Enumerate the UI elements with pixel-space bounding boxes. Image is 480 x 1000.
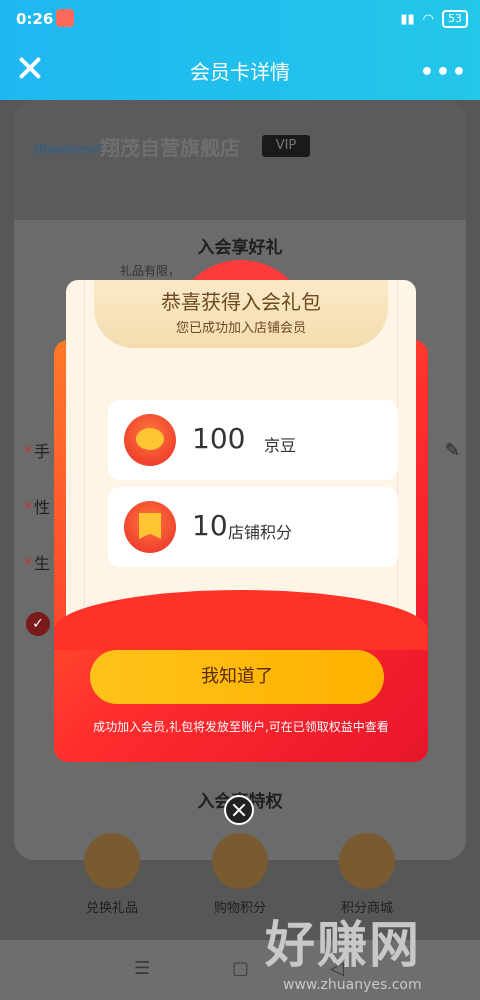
vip-badge: VIP [262, 135, 310, 157]
status-bar: 0:26 ▮▮ ◠ 53 [0, 0, 480, 40]
gift-modal: 恭喜获得入会礼包 您已成功加入店铺会员 100 京豆 10 店铺积分 我知道了 … [54, 260, 428, 762]
reward-value: 100 [192, 422, 246, 455]
points-flag-icon [124, 501, 176, 553]
field-birthday[interactable]: * 生 [24, 550, 50, 574]
got-it-button[interactable]: 我知道了 [90, 650, 384, 704]
modal-note: 成功加入会员,礼包将发放至账户,可在已领取权益中查看 [93, 720, 389, 734]
store-icon [339, 833, 395, 889]
store-header [14, 100, 466, 220]
field-label: 性 [34, 498, 51, 517]
letter-banner: 恭喜获得入会礼包 您已成功加入店铺会员 [94, 280, 388, 348]
reward-unit: 京豆 [264, 436, 297, 455]
status-time: 0:26 [16, 10, 54, 28]
reward-beans: 100 京豆 [108, 400, 398, 480]
home-icon[interactable]: ▢ [232, 958, 249, 979]
reward-points: 10 店铺积分 [108, 487, 398, 567]
gift-icon [84, 833, 140, 889]
field-gender[interactable]: * 性 [24, 494, 50, 518]
modal-subtitle: 您已成功加入店铺会员 [175, 321, 306, 336]
privilege-item[interactable]: 兑换礼品 [52, 833, 172, 916]
reward-value: 10 [192, 509, 228, 542]
watermark: 好赚网 www.zhuanyes.com [265, 905, 470, 993]
status-right: ▮▮ ◠ 53 [400, 10, 468, 28]
privilege-label: 兑换礼品 [85, 901, 138, 916]
gift-letter: 恭喜获得入会礼包 您已成功加入店铺会员 100 京豆 10 店铺积分 [66, 280, 416, 630]
menu-icon[interactable]: ☰ [134, 958, 150, 979]
bean-coin-icon [124, 414, 176, 466]
app-notification-icon [56, 9, 74, 27]
privilege-item[interactable]: 购物积分 [180, 833, 300, 916]
edit-icon[interactable]: ✎ [445, 440, 460, 461]
field-phone[interactable]: * 手 [24, 438, 50, 462]
bag-icon [212, 833, 268, 889]
close-modal-icon[interactable] [224, 795, 254, 825]
battery-icon: 53 [442, 10, 468, 28]
store-logo: JBoommot [34, 142, 104, 156]
modal-title: 恭喜获得入会礼包 [161, 290, 321, 314]
privilege-label: 购物积分 [213, 901, 266, 916]
field-label: 手 [34, 442, 51, 461]
field-label: 生 [34, 554, 51, 573]
signal-icon: ▮▮ [400, 11, 415, 27]
more-icon[interactable]: ••• [420, 60, 468, 85]
gift-title: 入会享好礼 [197, 238, 283, 258]
reward-unit: 店铺积分 [228, 523, 293, 542]
watermark-url: www.zhuanyes.com [283, 977, 422, 993]
wifi-icon: ◠ [422, 11, 434, 27]
agree-checkbox[interactable]: ✓ [26, 612, 50, 636]
watermark-text: 好赚网 [265, 916, 421, 974]
store-name: 翔茂自营旗舰店 [100, 136, 240, 160]
top-bar: 0:26 ▮▮ ◠ 53 会员卡详情 ••• [0, 0, 480, 100]
page-title: 会员卡详情 [190, 60, 290, 84]
nav-bar: 会员卡详情 ••• [0, 40, 480, 100]
privilege-item[interactable]: 积分商城 [307, 833, 427, 916]
